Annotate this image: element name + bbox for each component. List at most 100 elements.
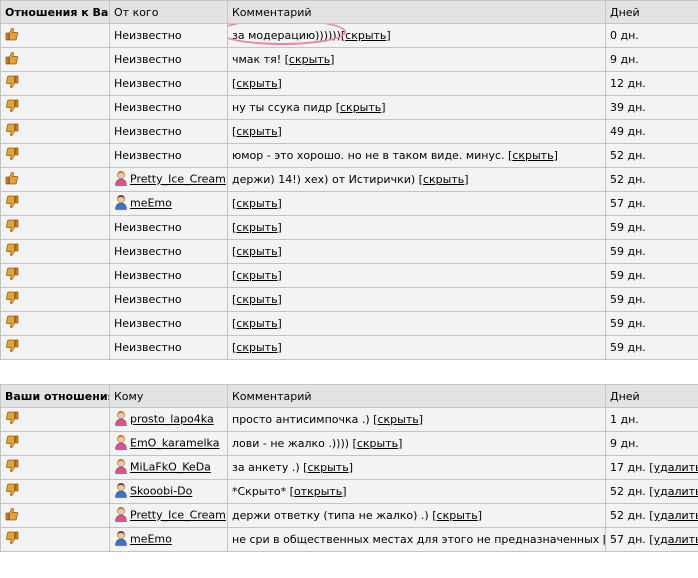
comment-cell: [скрыть] xyxy=(227,311,606,336)
table-row: Неизвестно чмак тя! [скрыть] 9 дн. xyxy=(0,47,698,72)
user-link[interactable]: meEmo xyxy=(130,533,172,546)
days-value: 9 дн. xyxy=(610,53,639,66)
hide-link[interactable]: скрыть xyxy=(236,269,277,282)
user-link[interactable]: meEmo xyxy=(130,197,172,210)
hide-link[interactable]: скрыть xyxy=(236,77,277,90)
unknown-user-label: Неизвестно xyxy=(114,53,182,66)
table-header-row: Отношения к Вам От кого Комментарий Дней xyxy=(0,0,698,24)
thumbs-up-icon xyxy=(5,507,19,524)
days-value: 57 дн. xyxy=(610,533,646,546)
user-link[interactable]: MiLaFkO_KeDa xyxy=(130,461,211,474)
days-cell: 12 дн. xyxy=(605,71,698,96)
days-value: 59 дн. xyxy=(610,269,646,282)
comment-cell: [скрыть] xyxy=(227,215,606,240)
hide-link[interactable]: скрыть xyxy=(307,461,348,474)
days-cell: 1 дн. xyxy=(605,407,698,432)
unknown-user-label: Неизвестно xyxy=(114,293,182,306)
comment-cell: [скрыть] xyxy=(227,191,606,216)
days-value: 52 дн. xyxy=(610,149,646,162)
hide-link[interactable]: скрыть xyxy=(236,221,277,234)
table-row: prosto_lapo4ka просто антисимпочка .) [ск… xyxy=(0,407,698,432)
user-cell: Pretty_Ice_Cream xyxy=(109,503,228,528)
comment-cell: [скрыть] xyxy=(227,263,606,288)
table-row: Неизвестно [скрыть] 59 дн. xyxy=(0,287,698,312)
thumbs-down-icon xyxy=(5,411,19,428)
thumbs-down-icon xyxy=(5,219,19,236)
hide-link[interactable]: скрыть xyxy=(289,53,330,66)
hide-link[interactable]: скрыть xyxy=(236,197,277,210)
male-user-icon xyxy=(114,194,128,213)
unknown-user-label: Неизвестно xyxy=(114,341,182,354)
show-link[interactable]: открыть xyxy=(294,485,342,498)
hide-link[interactable]: скрыть xyxy=(236,317,277,330)
days-value: 59 дн. xyxy=(610,341,646,354)
table-header-row: Ваши отношения Кому Комментарий Дней xyxy=(0,384,698,408)
days-cell: 39 дн. xyxy=(605,95,698,120)
days-cell: 59 дн. xyxy=(605,311,698,336)
thumbs-down-icon xyxy=(5,243,19,260)
days-cell: 59 дн. xyxy=(605,287,698,312)
comment-cell: не сри в общественных местах для этого н… xyxy=(227,527,606,552)
hide-link[interactable]: скрыть xyxy=(377,413,418,426)
hide-link[interactable]: скрыть xyxy=(345,29,386,42)
thumbs-down-icon xyxy=(5,123,19,140)
thumbs-down-icon xyxy=(5,147,19,164)
user-cell: meEmo xyxy=(109,527,228,552)
comment-cell: [скрыть] xyxy=(227,71,606,96)
female-user-icon xyxy=(114,458,128,477)
days-cell: 49 дн. xyxy=(605,119,698,144)
user-link[interactable]: Pretty_Ice_Cream xyxy=(130,509,226,522)
hide-link[interactable]: скрыть xyxy=(236,341,277,354)
unknown-user-label: Неизвестно xyxy=(114,269,182,282)
unknown-user-label: Неизвестно xyxy=(114,101,182,114)
vote-cell xyxy=(0,287,110,312)
hide-link[interactable]: скрыть xyxy=(423,173,464,186)
days-value: 52 дн. xyxy=(610,485,646,498)
hide-link[interactable]: скрыть xyxy=(512,149,553,162)
comment-text: ну ты ссука пидр xyxy=(232,101,333,114)
thumbs-down-icon xyxy=(5,339,19,356)
comment-text: юмор - это хорошо. но не в таком виде. м… xyxy=(232,149,505,162)
user-link[interactable]: EmO_karamelka xyxy=(130,437,219,450)
delete-link[interactable]: удалить xyxy=(654,533,698,546)
table-row: Неизвестно за модерацию)))))) [скрыть] 0 д… xyxy=(0,23,698,48)
comment-cell: юмор - это хорошо. но не в таком виде. м… xyxy=(227,143,606,168)
comment-text: просто антисимпочка .) xyxy=(232,413,370,426)
hide-link[interactable]: скрыть xyxy=(236,245,277,258)
hide-link[interactable]: скрыть xyxy=(340,101,381,114)
table-row: meEmo [скрыть] 57 дн. xyxy=(0,191,698,216)
vote-cell xyxy=(0,119,110,144)
comment-text: не сри в общественных местах для этого н… xyxy=(232,533,600,546)
table-row: Неизвестно [скрыть] 59 дн. xyxy=(0,311,698,336)
unknown-user-label: Неизвестно xyxy=(114,77,182,90)
user-cell: Неизвестно xyxy=(109,23,228,48)
user-link[interactable]: Skooobi-Do xyxy=(130,485,192,498)
hide-link[interactable]: скрыть xyxy=(236,125,277,138)
user-link[interactable]: Pretty_Ice_Cream xyxy=(130,173,226,186)
table-row: EmO_karamelka лови - не жалко .)))) [скры… xyxy=(0,431,698,456)
user-link[interactable]: prosto_lapo4ka xyxy=(130,413,214,426)
delete-link[interactable]: удалить xyxy=(654,461,698,474)
thumbs-down-icon xyxy=(5,267,19,284)
hide-link[interactable]: скрыть xyxy=(437,509,478,522)
user-cell: Неизвестно xyxy=(109,215,228,240)
vote-cell xyxy=(0,263,110,288)
hide-link[interactable]: скрыть xyxy=(357,437,398,450)
days-cell: 17 дн. [удалить] xyxy=(605,455,698,480)
unknown-user-label: Неизвестно xyxy=(114,221,182,234)
user-cell: Неизвестно xyxy=(109,311,228,336)
hide-link[interactable]: скрыть xyxy=(236,293,277,306)
user-cell: Pretty_Ice_Cream xyxy=(109,167,228,192)
user-cell: Неизвестно xyxy=(109,95,228,120)
comment-text: за модерацию)))))) xyxy=(232,29,341,42)
thumbs-down-icon xyxy=(5,435,19,452)
delete-link[interactable]: удалить xyxy=(654,509,698,522)
table-row: Неизвестно юмор - это хорошо. но не в так… xyxy=(0,143,698,168)
delete-link[interactable]: удалить xyxy=(654,485,698,498)
vote-cell xyxy=(0,71,110,96)
vote-cell xyxy=(0,215,110,240)
comment-text: держи ответку (типа не жалко) .) xyxy=(232,509,429,522)
user-cell: Неизвестно xyxy=(109,287,228,312)
column-header: Отношения к Вам xyxy=(0,0,110,24)
male-user-icon xyxy=(114,530,128,549)
